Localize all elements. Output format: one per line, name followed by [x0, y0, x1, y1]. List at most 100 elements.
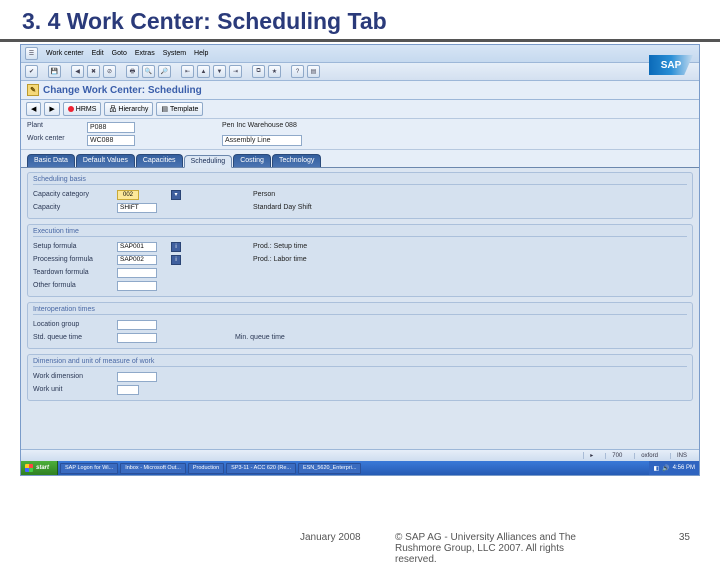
last-page-icon[interactable]: ⇥ [229, 65, 242, 78]
capacity-category-desc: Person [253, 191, 373, 198]
next-page-icon[interactable]: ▼ [213, 65, 226, 78]
shortcut-icon[interactable]: ★ [268, 65, 281, 78]
task-item-esn[interactable]: ESN_5620_Enterpri... [298, 463, 362, 474]
group-title-interop: Interoperation times [33, 306, 687, 315]
work-dimension-field[interactable] [117, 372, 157, 382]
find-next-icon[interactable]: 🔎 [158, 65, 171, 78]
location-group-label: Location group [33, 321, 113, 328]
teardown-formula-label: Teardown formula [33, 269, 113, 276]
capacity-category-label: Capacity category [33, 191, 113, 198]
footer-page-number: 35 [679, 532, 690, 543]
group-title-scheduling-basis: Scheduling basis [33, 176, 687, 185]
capacity-desc: Standard Day Shift [253, 204, 373, 211]
capacity-field[interactable]: SHIFT [117, 203, 157, 213]
tab-basic-data[interactable]: Basic Data [27, 154, 75, 167]
min-queue-label: Min. queue time [235, 334, 355, 341]
capacity-category-field[interactable]: 002 [117, 190, 139, 200]
task-item-production[interactable]: Production [188, 463, 224, 474]
nav-right-button[interactable]: ▶ [44, 102, 59, 116]
group-title-execution-time: Execution time [33, 228, 687, 237]
group-interoperation-times: Interoperation times Location group Std.… [27, 302, 693, 349]
teardown-formula-field[interactable] [117, 268, 157, 278]
ok-code-icon[interactable]: ✔ [25, 65, 38, 78]
tab-strip: Basic Data Default Values Capacities Sch… [21, 150, 699, 168]
template-button[interactable]: ▤Template [156, 102, 203, 116]
hrms-button[interactable]: HRMS [63, 102, 102, 116]
status-client: oxford [634, 453, 664, 459]
task-item-outlook[interactable]: Inbox - Microsoft Out... [120, 463, 186, 474]
processing-formula-field[interactable]: SAP002 [117, 255, 157, 265]
menu-system[interactable]: System [163, 50, 186, 57]
processing-formula-info-icon[interactable]: i [171, 255, 181, 265]
menu-goto[interactable]: Goto [112, 50, 127, 57]
transaction-icon: ✎ [27, 84, 39, 96]
setup-formula-desc: Prod.: Setup time [253, 243, 373, 250]
plant-field[interactable]: P088 [87, 122, 135, 133]
header-fields: Plant P088 Pen Inc Warehouse 088 Work ce… [21, 119, 699, 150]
sap-window: ☰ Work center Edit Goto Extras System He… [20, 44, 700, 476]
print-icon[interactable]: 🖶 [126, 65, 139, 78]
tab-technology[interactable]: Technology [272, 154, 321, 167]
tab-capacities[interactable]: Capacities [136, 154, 183, 167]
group-dimension-uom: Dimension and unit of measure of work Wo… [27, 354, 693, 401]
workcenter-description[interactable]: Assembly Line [222, 135, 302, 146]
windows-taskbar: start SAP Logon for Wi... Inbox - Micros… [21, 461, 699, 475]
work-dimension-label: Work dimension [33, 373, 113, 380]
exit-icon[interactable]: ✖ [87, 65, 100, 78]
help-icon[interactable]: ? [291, 65, 304, 78]
slide-title: 3. 4 Work Center: Scheduling Tab [0, 0, 720, 42]
capacity-label: Capacity [33, 204, 113, 211]
menu-edit[interactable]: Edit [92, 50, 104, 57]
tray-icon: 🔊 [662, 465, 669, 472]
tray-icon: ◧ [653, 465, 659, 472]
status-session: 700 [605, 453, 628, 459]
sys-menu-icon[interactable]: ☰ [25, 47, 38, 60]
new-session-icon[interactable]: ⧉ [252, 65, 265, 78]
setup-formula-info-icon[interactable]: i [171, 242, 181, 252]
task-item-sap-logon[interactable]: SAP Logon for Wi... [60, 463, 118, 474]
group-execution-time: Execution time Setup formula SAP001 i Pr… [27, 224, 693, 297]
menu-extras[interactable]: Extras [135, 50, 155, 57]
other-formula-label: Other formula [33, 282, 113, 289]
location-group-field[interactable] [117, 320, 157, 330]
work-unit-field[interactable] [117, 385, 139, 395]
workcenter-field[interactable]: WC088 [87, 135, 135, 146]
hierarchy-button[interactable]: 品Hierarchy [104, 102, 153, 116]
work-unit-label: Work unit [33, 386, 113, 393]
transaction-title: Change Work Center: Scheduling [43, 85, 202, 96]
tab-default-values[interactable]: Default Values [76, 154, 135, 167]
footer-date: January 2008 [300, 532, 361, 543]
hierarchy-icon: 品 [109, 104, 116, 114]
task-item-sp3[interactable]: SP3-11 - ACC 620 (Re... [226, 463, 296, 474]
system-tray[interactable]: ◧ 🔊 4:56 PM [649, 461, 699, 475]
save-icon[interactable]: 💾 [48, 65, 61, 78]
footer-copyright: © SAP AG - University Alliances and The … [395, 532, 595, 565]
menu-help[interactable]: Help [194, 50, 208, 57]
windows-logo-icon [25, 464, 33, 472]
status-arrow-icon: ▸ [583, 452, 599, 459]
std-queue-field[interactable] [117, 333, 157, 343]
menu-workcenter[interactable]: Work center [46, 50, 84, 57]
capacity-category-f4-icon[interactable]: ▾ [171, 190, 181, 200]
plant-label: Plant [27, 122, 87, 133]
sap-statusbar: ▸ 700 oxford INS [21, 449, 699, 461]
setup-formula-field[interactable]: SAP001 [117, 242, 157, 252]
prev-page-icon[interactable]: ▲ [197, 65, 210, 78]
cancel-icon[interactable]: ⊘ [103, 65, 116, 78]
start-button[interactable]: start [21, 461, 58, 475]
tab-costing[interactable]: Costing [233, 154, 271, 167]
workcenter-label: Work center [27, 135, 87, 146]
processing-formula-desc: Prod.: Labor time [253, 256, 373, 263]
nav-left-button[interactable]: ◀ [26, 102, 41, 116]
menubar: ☰ Work center Edit Goto Extras System He… [21, 45, 699, 63]
find-icon[interactable]: 🔍 [142, 65, 155, 78]
std-queue-label: Std. queue time [33, 334, 113, 341]
other-formula-field[interactable] [117, 281, 157, 291]
first-page-icon[interactable]: ⇤ [181, 65, 194, 78]
template-icon: ▤ [161, 105, 168, 113]
back-icon[interactable]: ◀ [71, 65, 84, 78]
plant-description: Pen Inc Warehouse 088 [222, 122, 342, 133]
tab-scheduling[interactable]: Scheduling [184, 155, 233, 168]
standard-toolbar: ✔ 💾 ◀ ✖ ⊘ 🖶 🔍 🔎 ⇤ ▲ ▼ ⇥ ⧉ ★ ? ▤ [21, 63, 699, 81]
layout-icon[interactable]: ▤ [307, 65, 320, 78]
